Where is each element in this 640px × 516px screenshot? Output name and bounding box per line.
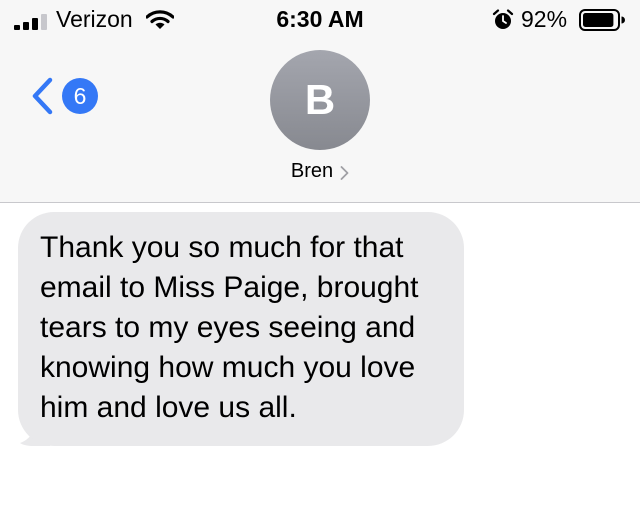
battery-icon <box>579 9 625 31</box>
conversation-header: Verizon 6:30 AM 92% 6 B Bren <box>0 0 640 203</box>
chevron-left-icon <box>32 77 53 115</box>
back-button[interactable]: 6 <box>30 76 102 116</box>
message-received[interactable]: Thank you so much for that email to Miss… <box>18 212 464 446</box>
alarm-icon <box>492 9 514 29</box>
message-bubble-text: Thank you so much for that email to Miss… <box>18 212 464 446</box>
contact-details-button[interactable]: Bren <box>0 160 640 183</box>
unread-count-badge: 6 <box>62 78 98 114</box>
contact-avatar[interactable]: B <box>270 50 370 150</box>
battery-percent: 92% <box>521 6 568 32</box>
status-bar: Verizon 6:30 AM 92% <box>0 0 640 40</box>
chevron-right-icon <box>340 165 349 180</box>
contact-name: Bren <box>290 160 334 182</box>
